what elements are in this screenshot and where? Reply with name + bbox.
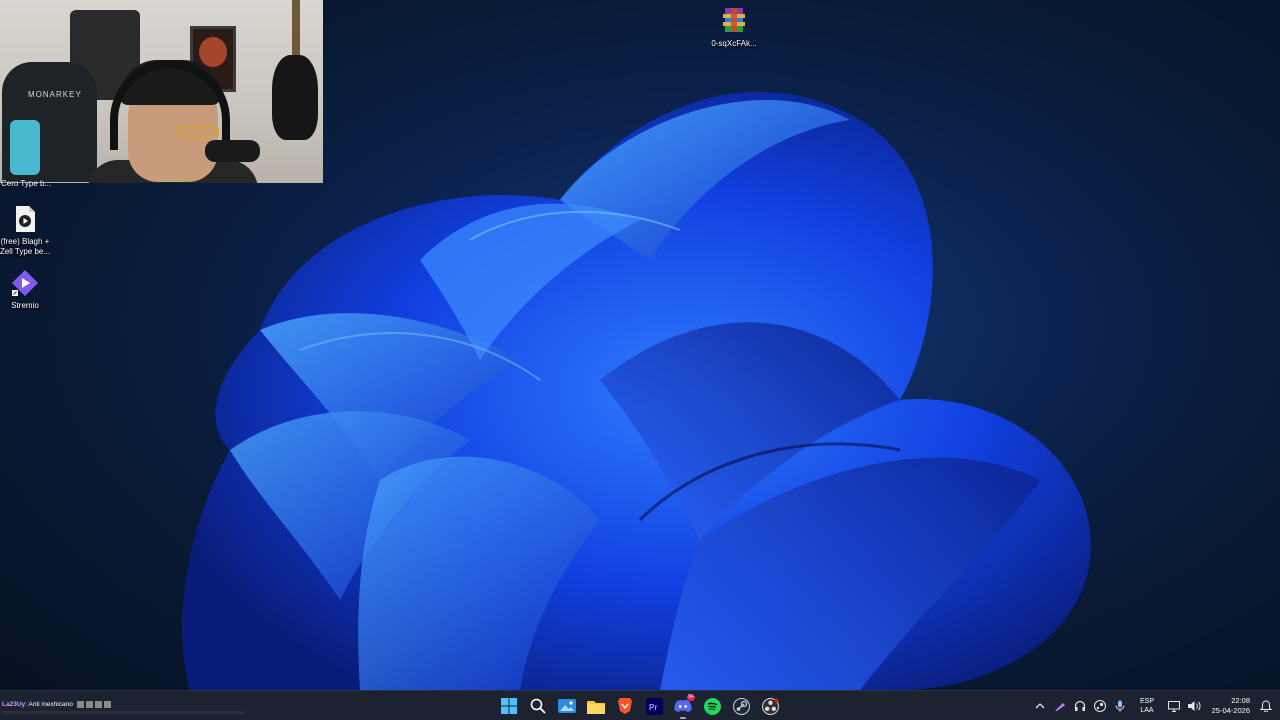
- chat-username: La23Uy: [2, 701, 26, 709]
- system-tray: ESP LAA 22:08 25-04-2026: [1030, 691, 1280, 720]
- steam-tray-icon[interactable]: [1090, 696, 1110, 716]
- guitar: [272, 55, 318, 140]
- language-indicator[interactable]: ESP LAA: [1136, 697, 1158, 715]
- pen-icon[interactable]: [1050, 696, 1070, 716]
- folder-icon: [587, 700, 605, 714]
- spotify-icon: [703, 697, 721, 715]
- taskbar-premiere-pro[interactable]: Pr: [642, 694, 666, 718]
- audio-file-icon: [10, 204, 40, 234]
- obs-icon: [761, 697, 779, 715]
- glasses: [175, 126, 219, 138]
- discord-notification-badge: 9+: [687, 694, 695, 701]
- taskbar-steam[interactable]: [729, 694, 753, 718]
- volume-icon[interactable]: [1184, 696, 1204, 716]
- headphones-icon[interactable]: [1070, 696, 1090, 716]
- search-icon: [530, 698, 546, 714]
- svg-text:Pr: Pr: [649, 703, 657, 712]
- system-clock[interactable]: 22:08 25-04-2026: [1204, 696, 1250, 716]
- taskbar-brave[interactable]: [613, 694, 637, 718]
- winrar-archive-icon: [719, 6, 749, 36]
- desktop-icon-label: (free) Blagh + Zell Type be...: [0, 237, 51, 256]
- emote-icon: [85, 701, 93, 708]
- stream-chat-line: La23Uy: Anti mexhicano: [2, 701, 111, 708]
- desktop-icon-label-partial: Cero Type b...: [1, 179, 52, 188]
- microphone: [205, 140, 260, 162]
- desktop-icon-audio-file[interactable]: (free) Blagh + Zell Type be...: [0, 204, 53, 257]
- desktop-icon-label: Stremio: [11, 301, 39, 310]
- emote-icon: [103, 701, 111, 708]
- chat-message: : Anti mexhicano: [25, 701, 73, 709]
- steam-icon: [732, 697, 750, 715]
- monitor-icon[interactable]: [1164, 696, 1184, 716]
- photos-icon: [558, 699, 576, 713]
- chair-brand: MONARKEY: [28, 90, 82, 99]
- taskbar: La23Uy: Anti mexhicano Pr 9+ ESP LAA 22:…: [0, 690, 1280, 720]
- taskbar-photos[interactable]: [555, 694, 579, 718]
- clock-date: 25-04-2026: [1211, 706, 1250, 715]
- taskbar-obs[interactable]: [758, 694, 782, 718]
- desktop-icon-stremio[interactable]: Stremio: [0, 268, 53, 311]
- emote-icon: [76, 701, 84, 708]
- desktop-icon-label: 0-sqXcFAk...: [711, 39, 757, 48]
- desktop-icon-archive[interactable]: 0-sqXcFAk...: [706, 6, 762, 49]
- chevron-up-icon[interactable]: [1030, 696, 1050, 716]
- start-button[interactable]: [497, 694, 521, 718]
- microphone-icon[interactable]: [1110, 696, 1130, 716]
- stremio-icon: [10, 268, 40, 298]
- clock-time: 22:08: [1231, 696, 1250, 705]
- windows-logo-icon: [501, 698, 517, 714]
- taskbar-file-explorer[interactable]: [584, 694, 608, 718]
- premiere-pro-icon: Pr: [645, 697, 663, 715]
- taskbar-spotify[interactable]: [700, 694, 724, 718]
- webcam-overlay: MONARKEY: [0, 0, 323, 183]
- search-button[interactable]: [526, 694, 550, 718]
- discord-icon: [674, 700, 692, 712]
- taskbar-discord[interactable]: 9+: [671, 694, 695, 719]
- taskbar-apps: Pr 9+: [497, 694, 782, 719]
- brave-lion-icon: [618, 698, 632, 714]
- notification-bell-icon[interactable]: [1256, 696, 1276, 716]
- emote-icon: [94, 701, 102, 708]
